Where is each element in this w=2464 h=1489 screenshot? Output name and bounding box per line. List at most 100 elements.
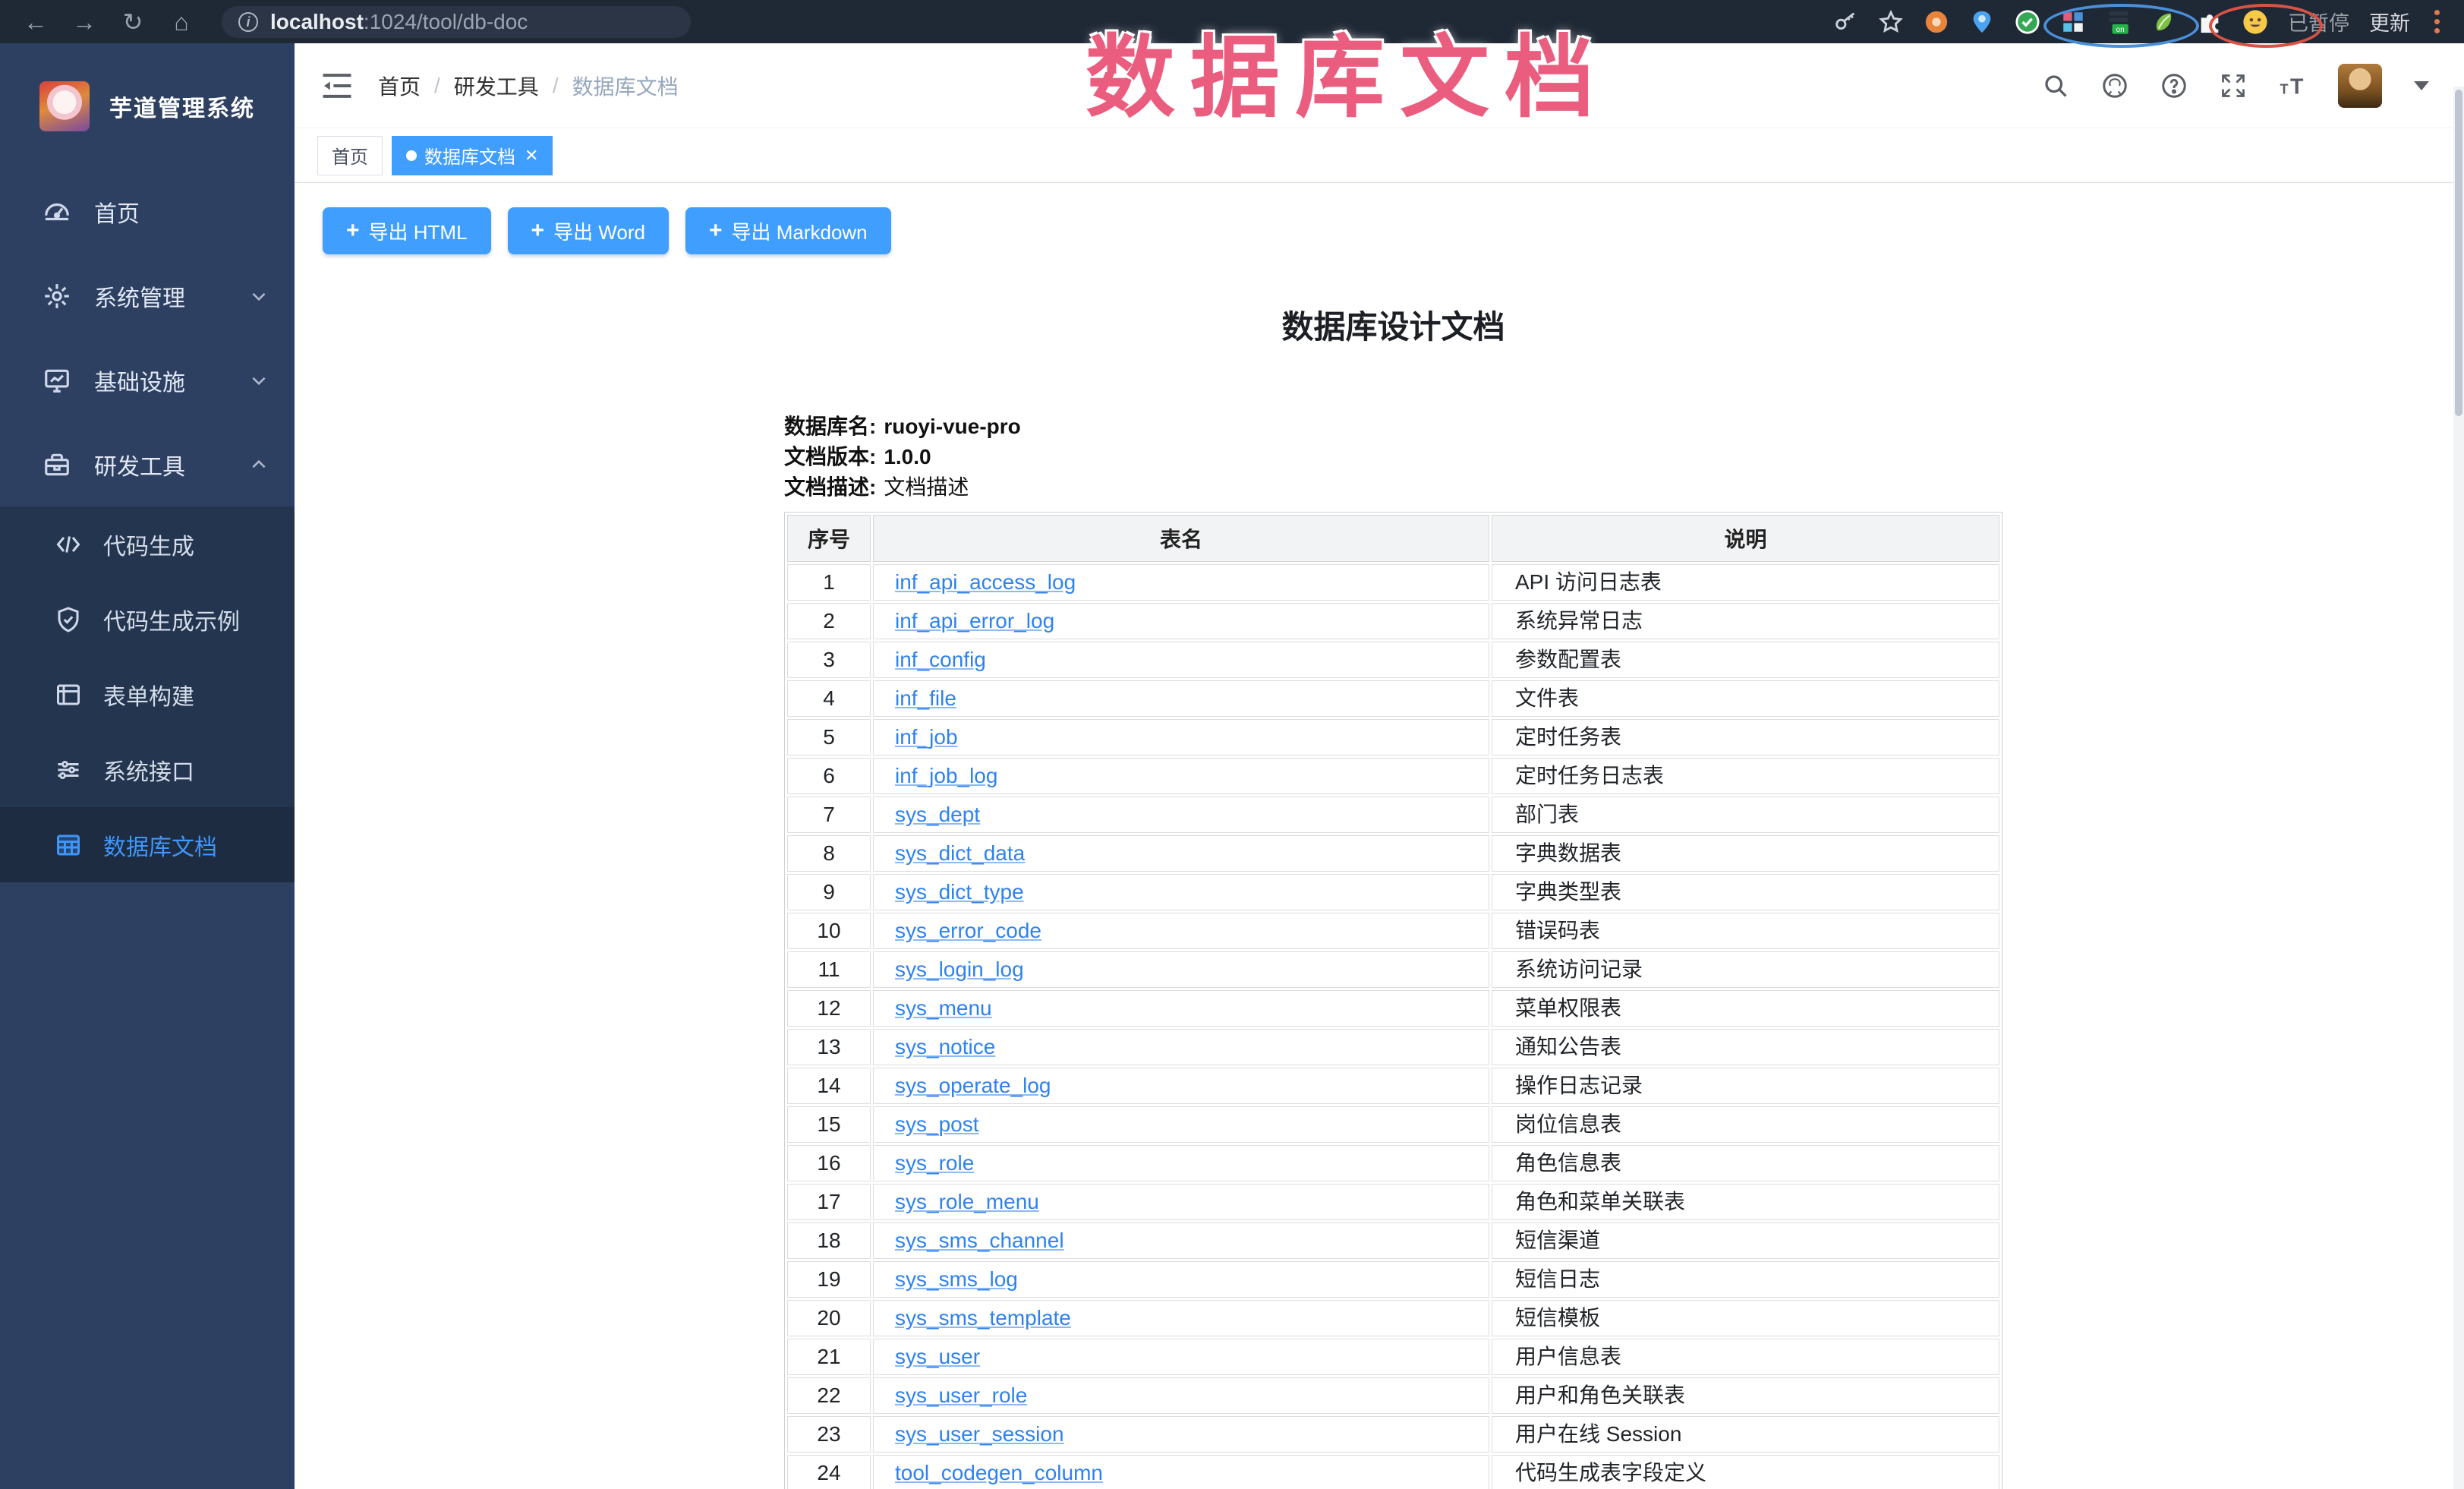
col-header-index: 序号	[787, 515, 871, 562]
table-name-link[interactable]: sys_sms_log	[895, 1267, 1018, 1291]
app-logo-row[interactable]: 芋道管理系统	[0, 43, 295, 169]
github-icon[interactable]	[2101, 72, 2128, 99]
shield-check-icon	[55, 606, 82, 633]
tag-db-doc[interactable]: 数据库文档 ✕	[392, 136, 553, 175]
sidebar-item-system-api[interactable]: 系统接口	[0, 732, 295, 807]
form-icon	[55, 681, 82, 708]
sidebar-item-db-doc[interactable]: 数据库文档	[0, 807, 295, 882]
table-name-link[interactable]: inf_api_access_log	[895, 570, 1076, 594]
extension-stack-on-icon[interactable]: on	[2106, 9, 2132, 35]
search-icon[interactable]	[2042, 72, 2069, 99]
table-name-link[interactable]: sys_user_role	[895, 1383, 1027, 1407]
browser-toolbar: ← → ↻ ⌂ i localhost:1024/tool/db-doc on	[0, 0, 2464, 43]
svg-text:T: T	[2280, 81, 2289, 96]
extension-grid-icon[interactable]	[2060, 9, 2086, 35]
extension-orange-icon[interactable]	[1924, 9, 1949, 35]
doc-meta: 数据库名:ruoyi-vue-pro 文档版本:1.0.0 文档描述:文档描述	[784, 412, 2002, 503]
table-name-link[interactable]: inf_job	[895, 725, 958, 749]
export-html-button[interactable]: + 导出 HTML	[323, 207, 491, 254]
user-menu-caret-icon[interactable]	[2414, 81, 2429, 90]
scrollbar-thumb[interactable]	[2455, 90, 2462, 416]
sidebar-item-infra[interactable]: 基础设施	[0, 338, 295, 422]
table-name-link[interactable]: inf_config	[895, 648, 986, 671]
browser-menu-icon[interactable]	[2430, 10, 2444, 33]
user-avatar[interactable]	[2338, 64, 2382, 108]
row-description: 菜单权限表	[1492, 990, 1999, 1027]
toolbox-icon	[43, 450, 71, 479]
sidebar-item-home[interactable]: 首页	[0, 169, 295, 254]
emoji-extension-icon[interactable]	[2242, 9, 2268, 35]
table-name-link[interactable]: inf_api_error_log	[895, 609, 1054, 633]
update-button[interactable]: 更新	[2369, 7, 2410, 36]
bookmark-star-icon[interactable]	[1878, 9, 1904, 35]
export-markdown-button[interactable]: + 导出 Markdown	[685, 207, 891, 254]
table-grid-icon	[55, 831, 82, 859]
table-name-link[interactable]: sys_user	[895, 1345, 980, 1368]
site-info-icon[interactable]: i	[238, 12, 258, 32]
table-row: 21 sys_user 用户信息表	[787, 1339, 1999, 1375]
table-row: 22 sys_user_role 用户和角色关联表	[787, 1377, 1999, 1414]
sidebar-item-form-builder[interactable]: 表单构建	[0, 657, 295, 732]
table-name-link[interactable]: sys_sms_channel	[895, 1229, 1064, 1252]
extension-puzzle-icon[interactable]	[2197, 9, 2223, 35]
sidebar-item-devtools[interactable]: 研发工具	[0, 422, 295, 506]
row-index: 10	[787, 913, 871, 949]
table-name-link[interactable]: sys_role_menu	[895, 1190, 1039, 1213]
fullscreen-icon[interactable]	[2220, 72, 2247, 99]
row-description: 定时任务表	[1492, 719, 1999, 756]
password-key-icon[interactable]	[1832, 9, 1858, 35]
row-description: 岗位信息表	[1492, 1106, 1999, 1143]
row-index: 3	[787, 642, 871, 678]
row-index: 23	[787, 1416, 871, 1453]
col-header-name: 表名	[873, 515, 1489, 562]
browser-home-icon[interactable]: ⌂	[169, 9, 194, 35]
breadcrumb-home[interactable]: 首页	[378, 71, 421, 101]
table-name-link[interactable]: sys_user_session	[895, 1422, 1064, 1446]
top-navbar: 首页 / 研发工具 / 数据库文档 T	[295, 43, 2464, 128]
sidebar-item-system[interactable]: 系统管理	[0, 254, 295, 338]
page-scrollbar[interactable]	[2453, 87, 2464, 1489]
sidebar-item-codegen[interactable]: 代码生成	[0, 506, 295, 582]
on-badge: on	[2116, 25, 2125, 33]
table-name-link[interactable]: sys_dict_type	[895, 880, 1024, 904]
tag-close-icon[interactable]: ✕	[525, 147, 538, 164]
row-description: 系统异常日志	[1492, 603, 1999, 639]
extension-pin-icon[interactable]	[1969, 9, 1995, 35]
table-name-link[interactable]: sys_role	[895, 1151, 974, 1175]
sidebar-collapse-icon[interactable]	[322, 73, 352, 99]
extension-check-icon[interactable]	[2015, 9, 2040, 35]
table-name-link[interactable]: sys_dept	[895, 803, 980, 826]
meta-db-name: 数据库名:ruoyi-vue-pro	[784, 412, 2002, 442]
table-name-link[interactable]: sys_error_code	[895, 919, 1041, 942]
table-name-link[interactable]: sys_operate_log	[895, 1074, 1051, 1097]
export-word-button[interactable]: + 导出 Word	[508, 207, 669, 254]
table-name-link[interactable]: sys_login_log	[895, 957, 1024, 981]
breadcrumb-current: 数据库文档	[572, 71, 679, 101]
table-name-link[interactable]: sys_post	[895, 1112, 979, 1136]
table-name-link[interactable]: inf_job_log	[895, 764, 997, 787]
meta-doc-desc: 文档描述:文档描述	[784, 472, 2002, 503]
help-icon[interactable]	[2160, 72, 2188, 99]
row-description: 通知公告表	[1492, 1029, 1999, 1065]
browser-forward-icon[interactable]: →	[71, 9, 97, 35]
table-name-link[interactable]: tool_codegen_column	[895, 1461, 1103, 1484]
row-index: 1	[787, 564, 871, 601]
row-description: API 访问日志表	[1492, 564, 1999, 601]
extension-green-icon[interactable]	[2151, 9, 2177, 35]
browser-reload-icon[interactable]: ↻	[120, 9, 146, 35]
tag-home[interactable]: 首页	[317, 136, 383, 175]
table-name-link[interactable]: inf_file	[895, 686, 956, 710]
browser-back-icon[interactable]: ←	[23, 9, 49, 35]
table-name-link[interactable]: sys_dict_data	[895, 841, 1025, 865]
table-name-link[interactable]: sys_sms_template	[895, 1306, 1071, 1330]
table-name-link[interactable]: sys_menu	[895, 996, 992, 1020]
table-name-link[interactable]: sys_notice	[895, 1035, 995, 1058]
row-description: 参数配置表	[1492, 642, 1999, 678]
font-size-icon[interactable]: TT	[2279, 72, 2306, 99]
breadcrumb-devtools[interactable]: 研发工具	[454, 71, 539, 101]
address-bar[interactable]: i localhost:1024/tool/db-doc	[222, 6, 691, 38]
sidebar-item-codegen-example[interactable]: 代码生成示例	[0, 582, 295, 657]
tags-view-bar: 首页 数据库文档 ✕	[295, 128, 2464, 183]
table-row: 19 sys_sms_log 短信日志	[787, 1261, 1999, 1298]
row-index: 8	[787, 835, 871, 872]
